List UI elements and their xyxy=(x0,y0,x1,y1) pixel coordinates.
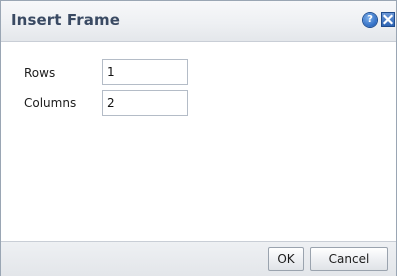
dialog-title: Insert Frame xyxy=(11,11,120,29)
ok-button[interactable]: OK xyxy=(268,247,304,271)
rows-input[interactable] xyxy=(102,59,188,85)
columns-label: Columns xyxy=(24,96,77,110)
cancel-button[interactable]: Cancel xyxy=(310,247,388,271)
help-icon[interactable]: ? xyxy=(363,13,377,27)
dialog-footer: OK Cancel xyxy=(1,241,396,276)
insert-frame-dialog: Insert Frame ? Rows Columns OK Cancel xyxy=(0,0,397,276)
close-x-glyph xyxy=(382,14,394,25)
rows-label: Rows xyxy=(24,66,56,80)
dialog-titlebar[interactable]: Insert Frame ? xyxy=(1,1,396,42)
close-icon[interactable] xyxy=(381,12,395,27)
columns-input[interactable] xyxy=(102,90,188,116)
